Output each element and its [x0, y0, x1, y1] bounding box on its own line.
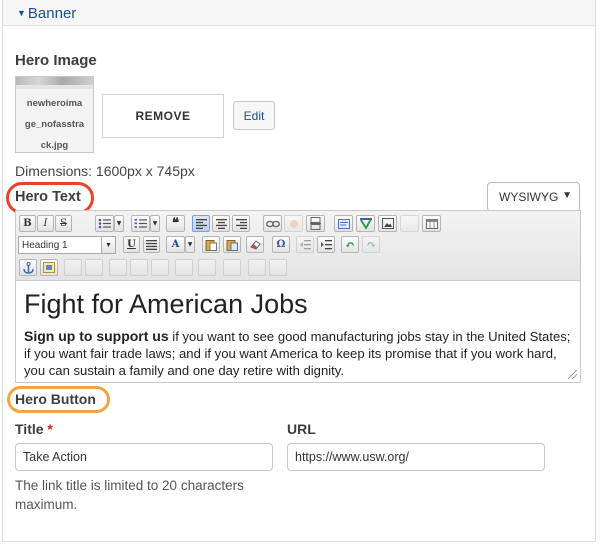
editor-toolbar: B I S ▼ ▼ ❝ Heading 1 ▼ U A ▼ Ω ↶ ↷ [16, 211, 580, 281]
text-color-arrow-icon[interactable]: ▼ [185, 236, 195, 253]
thumbnail-filename-line-3: ck.jpg [40, 140, 69, 151]
thumbnail-filename-line-2: ge_nofasstra [24, 119, 85, 130]
image-dimensions: Dimensions: 1600px x 745px [15, 163, 195, 179]
hero-text-label: Hero Text [15, 189, 81, 205]
title-field-label: Title * [15, 421, 53, 437]
title-label-text: Title [15, 421, 44, 437]
align-center-icon[interactable] [212, 215, 230, 232]
hero-image-thumbnail[interactable]: newheroima ge_nofasstra ck.jpg [15, 76, 94, 153]
banner-label: Banner [27, 5, 77, 22]
show-blocks-icon[interactable] [334, 215, 353, 232]
indent-icon[interactable] [317, 236, 335, 253]
chevron-down-icon: ▼ [562, 190, 572, 201]
justify-icon[interactable] [143, 236, 160, 253]
align-left-icon[interactable] [192, 215, 210, 232]
title-input[interactable] [15, 443, 273, 471]
hero-paragraph: Sign up to support us if you want to see… [24, 328, 572, 379]
banner-header: ▼ Banner [3, 0, 595, 26]
heading-format-arrow-icon[interactable]: ▼ [102, 236, 116, 254]
thumbnail-preview-strip [16, 77, 93, 85]
insert-column-icon[interactable] [130, 259, 148, 276]
hero-heading: Fight for American Jobs [24, 289, 308, 319]
title-help-text: The link title is limited to 20 characte… [15, 478, 244, 512]
wysiwyg-editor: B I S ▼ ▼ ❝ Heading 1 ▼ U A ▼ Ω ↶ ↷ Figh… [15, 210, 581, 383]
link-icon[interactable] [263, 215, 282, 232]
hero-image-label: Hero Image [15, 52, 97, 69]
heading-format-select[interactable]: Heading 1 [18, 236, 102, 254]
flash-icon[interactable] [400, 215, 419, 232]
thumbnail-filename: newheroima ge_nofasstra ck.jpg [16, 93, 93, 152]
insert-row-icon[interactable] [109, 259, 127, 276]
thumbnail-filename-line-1: newheroima [26, 98, 83, 109]
outdent-icon[interactable] [296, 236, 314, 253]
cell-properties-icon[interactable] [85, 259, 103, 276]
bullet-list-icon[interactable] [95, 215, 114, 232]
underline-icon[interactable]: U [123, 236, 140, 253]
page-break-icon[interactable] [306, 215, 325, 232]
remove-button[interactable]: REMOVE [102, 94, 224, 138]
align-right-icon[interactable] [232, 215, 250, 232]
url-input[interactable] [287, 443, 545, 471]
special-character-icon[interactable]: Ω [272, 236, 290, 253]
merge-cells-icon[interactable] [175, 259, 193, 276]
italic-icon[interactable]: I [37, 215, 54, 232]
undo-icon[interactable]: ↶ [341, 236, 359, 253]
blockquote-icon[interactable]: ❝ [166, 215, 185, 232]
strikethrough-icon[interactable]: S [55, 215, 72, 232]
image-icon[interactable] [378, 215, 397, 232]
table-properties-icon[interactable] [64, 259, 82, 276]
caret-down-icon: ▼ [17, 8, 26, 18]
bullet-list-arrow-icon[interactable]: ▼ [114, 215, 124, 232]
numbered-list-icon[interactable] [131, 215, 150, 232]
hero-paragraph-lead: Sign up to support us [24, 328, 169, 344]
url-field-label: URL [287, 421, 316, 437]
delete-cells-icon[interactable] [151, 259, 169, 276]
resize-handle-icon[interactable] [568, 370, 577, 379]
media-icon[interactable] [40, 259, 58, 276]
required-marker: * [47, 421, 53, 437]
text-color-icon[interactable]: A [166, 236, 185, 253]
spellcheck-icon[interactable] [356, 215, 375, 232]
split-cells-icon[interactable] [198, 259, 216, 276]
edit-button[interactable]: Edit [233, 101, 275, 130]
redo-icon[interactable]: ↷ [362, 236, 380, 253]
hero-button-label: Hero Button [15, 391, 96, 407]
anchor-icon[interactable] [19, 259, 37, 276]
unlink-icon[interactable] [284, 215, 303, 232]
paste-icon[interactable] [202, 236, 220, 253]
paste-text-icon[interactable] [223, 236, 241, 253]
banner-toggle[interactable]: ▼ Banner [17, 5, 76, 22]
numbered-list-arrow-icon[interactable]: ▼ [150, 215, 160, 232]
remove-format-icon[interactable] [246, 236, 264, 253]
thumbnail-preview-band [16, 85, 93, 89]
template-icon[interactable] [248, 259, 266, 276]
table-icon[interactable] [422, 215, 441, 232]
bold-icon[interactable]: B [19, 215, 36, 232]
text-format-select[interactable]: WYSIWYG ▼ [487, 182, 580, 212]
delete-table-icon[interactable] [223, 259, 241, 276]
editor-content[interactable]: Fight for American Jobs Sign up to suppo… [16, 282, 580, 382]
text-format-value: WYSIWYG [499, 190, 559, 204]
preview-icon[interactable] [269, 259, 287, 276]
